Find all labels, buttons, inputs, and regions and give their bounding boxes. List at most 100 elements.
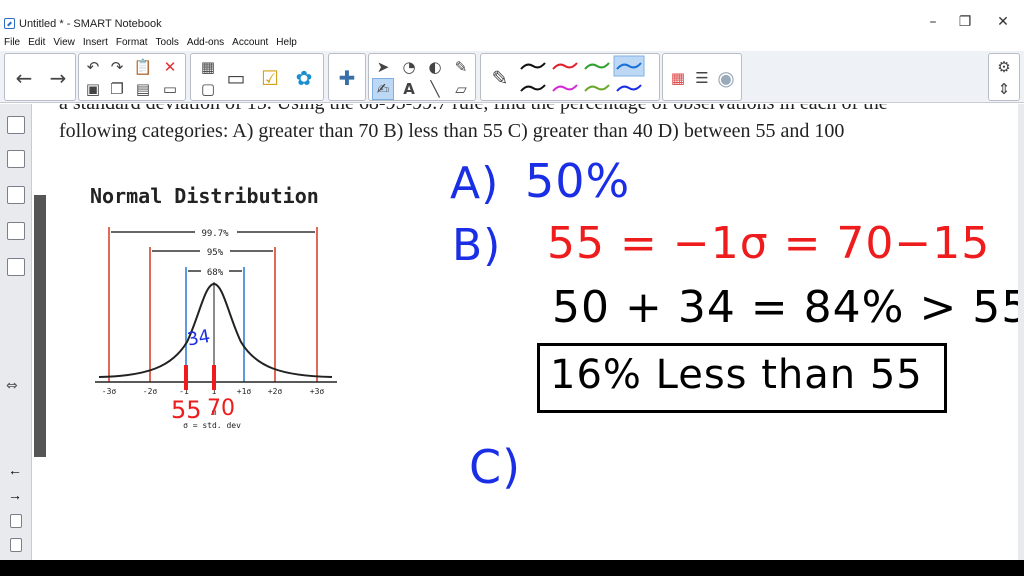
pen-color-swatch[interactable] [616,84,642,92]
tick-plus2: +2σ [268,387,283,396]
menu-account[interactable]: Account [228,35,272,51]
diagram-title: Normal Distribution [90,184,319,208]
text-icon[interactable]: A [398,78,420,100]
shapes-icon[interactable]: ◔ [398,56,420,78]
pen-color-swatch[interactable] [552,62,578,70]
menu-insert[interactable]: Insert [79,35,112,51]
page-scrollbar[interactable] [1018,104,1024,560]
table-icon[interactable]: ▦ [197,56,219,78]
tick-plus3: +3σ [310,387,325,396]
redo-icon[interactable]: ↷ [106,56,128,78]
properties-tab-icon[interactable] [7,222,25,240]
tools-group: ➤ ◔ ◐ ✎ ✍ A ╲ ▱ [368,53,476,101]
menu-tools[interactable]: Tools [152,35,183,51]
monster-icon[interactable]: ✿ [289,63,319,93]
answer-b-boxed: 16% Less than 55 [550,352,923,398]
menu-view[interactable]: View [49,35,79,51]
annot-55: 55 [171,396,202,424]
pen-color-swatch[interactable] [520,84,546,92]
screen-shade-icon[interactable]: ▢ [197,78,219,100]
magic-pen-icon[interactable]: ✎ [450,56,472,78]
pen-color-swatch[interactable] [584,84,610,92]
line-icon[interactable]: ╲ [424,78,446,100]
pen-tool-icon[interactable]: ✍ [372,78,394,100]
save-icon[interactable]: ▤ [132,78,154,100]
question-text-line1: a standard deviation of 15. Using the 68… [59,104,888,115]
add-page-icon[interactable]: ▣ [82,78,104,100]
checklist-icon[interactable]: ☑ [255,63,285,93]
close-button[interactable]: ✕ [988,12,1018,32]
answer-a-value: 50% [525,154,631,208]
app-icon [4,18,15,29]
forward-icon[interactable]: → [43,63,73,93]
menu-help[interactable]: Help [272,35,301,51]
menu-format[interactable]: Format [112,35,152,51]
tick-minus2: -2σ [143,387,158,396]
pen-styles-group: ✎ [480,53,660,101]
tick-plus1: +1σ [237,387,252,396]
answer-box: 16% Less than 55 [537,343,947,413]
back-icon[interactable]: ← [9,63,39,93]
menu-file[interactable]: File [0,35,24,51]
tick-minus3: -3σ [102,387,117,396]
minimize-button[interactable]: – [918,12,948,32]
annot-70: 70 [207,396,235,421]
properties-group: ▦ ☰ ◉ [662,53,742,101]
settings-group: ⚙ ⇕ [988,53,1020,101]
display-icon[interactable]: ▭ [159,78,181,100]
pct-middle: 95% [207,248,224,258]
side-panel: ⇔ ← → [0,104,32,560]
page-sorter-icon[interactable] [7,116,25,134]
gallery-icon[interactable] [7,150,25,168]
page-icon[interactable] [10,514,22,528]
move-toolbar-icon[interactable]: ⇕ [993,78,1015,100]
undo-icon[interactable]: ↶ [82,56,104,78]
normal-distribution-diagram: Normal Distribution 99.7% 95% 68% -3σ -2… [90,184,337,430]
line-styles-icon[interactable]: ☰ [691,67,713,89]
pct-outer: 99.7% [201,229,229,239]
properties-icon[interactable]: ◉ [711,63,741,93]
resize-handle-icon[interactable]: ⇔ [6,378,18,394]
menu-edit[interactable]: Edit [24,35,49,51]
notebook-page[interactable]: a standard deviation of 15. Using the 68… [47,104,1018,560]
answer-b-line1: 55 = −1σ = 70−15 [547,218,991,269]
pen-icon[interactable]: ✎ [485,63,515,93]
nav-group: ← → [4,53,76,101]
puzzle-icon[interactable]: ✚ [332,63,362,93]
main-toolbar: ← → ↶ ↷ 📋 ✕ ▣ ❐ ▤ ▭ ▦ ▢ ▭ ☑ ✿ ✚ ➤ ◔ ◐ ✎ [0,51,1024,103]
document-camera-icon[interactable]: ▭ [221,63,251,93]
edit-group: ↶ ↷ 📋 ✕ ▣ ❐ ▤ ▭ [78,53,186,101]
addon-group: ✚ [328,53,366,101]
bell-curve [98,282,333,378]
smart-notebook-window: Untitled * - SMART Notebook – ❐ ✕ File E… [0,0,1024,560]
delete-page-icon[interactable] [10,538,22,552]
answer-b-line2: 50 + 34 = 84% > 55 [552,282,1018,333]
bottom-border [0,560,1024,576]
panel-back-icon[interactable]: ← [8,462,26,480]
menu-addons[interactable]: Add-ons [183,35,228,51]
insert-group: ▦ ▢ ▭ ☑ ✿ [190,53,324,101]
panel-scrollbar[interactable] [34,195,46,457]
question-text-line2: following categories: A) greater than 70… [59,120,845,142]
fill-icon[interactable]: ◐ [424,56,446,78]
color-grid-icon[interactable]: ▦ [667,67,689,89]
panel-forward-icon[interactable]: → [8,487,26,505]
pen-colors[interactable] [517,54,657,102]
duplicate-icon[interactable]: ❐ [106,78,128,100]
select-icon[interactable]: ➤ [372,56,394,78]
eraser-icon[interactable]: ▱ [450,78,472,100]
pen-color-swatch[interactable] [552,84,578,92]
pen-color-swatch[interactable] [520,62,546,70]
paste-icon[interactable]: 📋 [132,56,154,78]
attachments-icon[interactable] [7,186,25,204]
answer-c-label: C) [469,440,522,494]
restore-button[interactable]: ❐ [950,12,980,32]
addons-tab-icon[interactable] [7,258,25,276]
title-bar: Untitled * - SMART Notebook – ❐ ✕ [0,0,1024,34]
answer-a-label: A) [450,158,500,209]
menu-bar: File Edit View Insert Format Tools Add-o… [0,35,301,51]
window-title: Untitled * - SMART Notebook [19,18,162,30]
gear-icon[interactable]: ⚙ [993,56,1015,78]
pen-color-swatch[interactable] [584,62,610,70]
delete-icon[interactable]: ✕ [159,56,181,78]
